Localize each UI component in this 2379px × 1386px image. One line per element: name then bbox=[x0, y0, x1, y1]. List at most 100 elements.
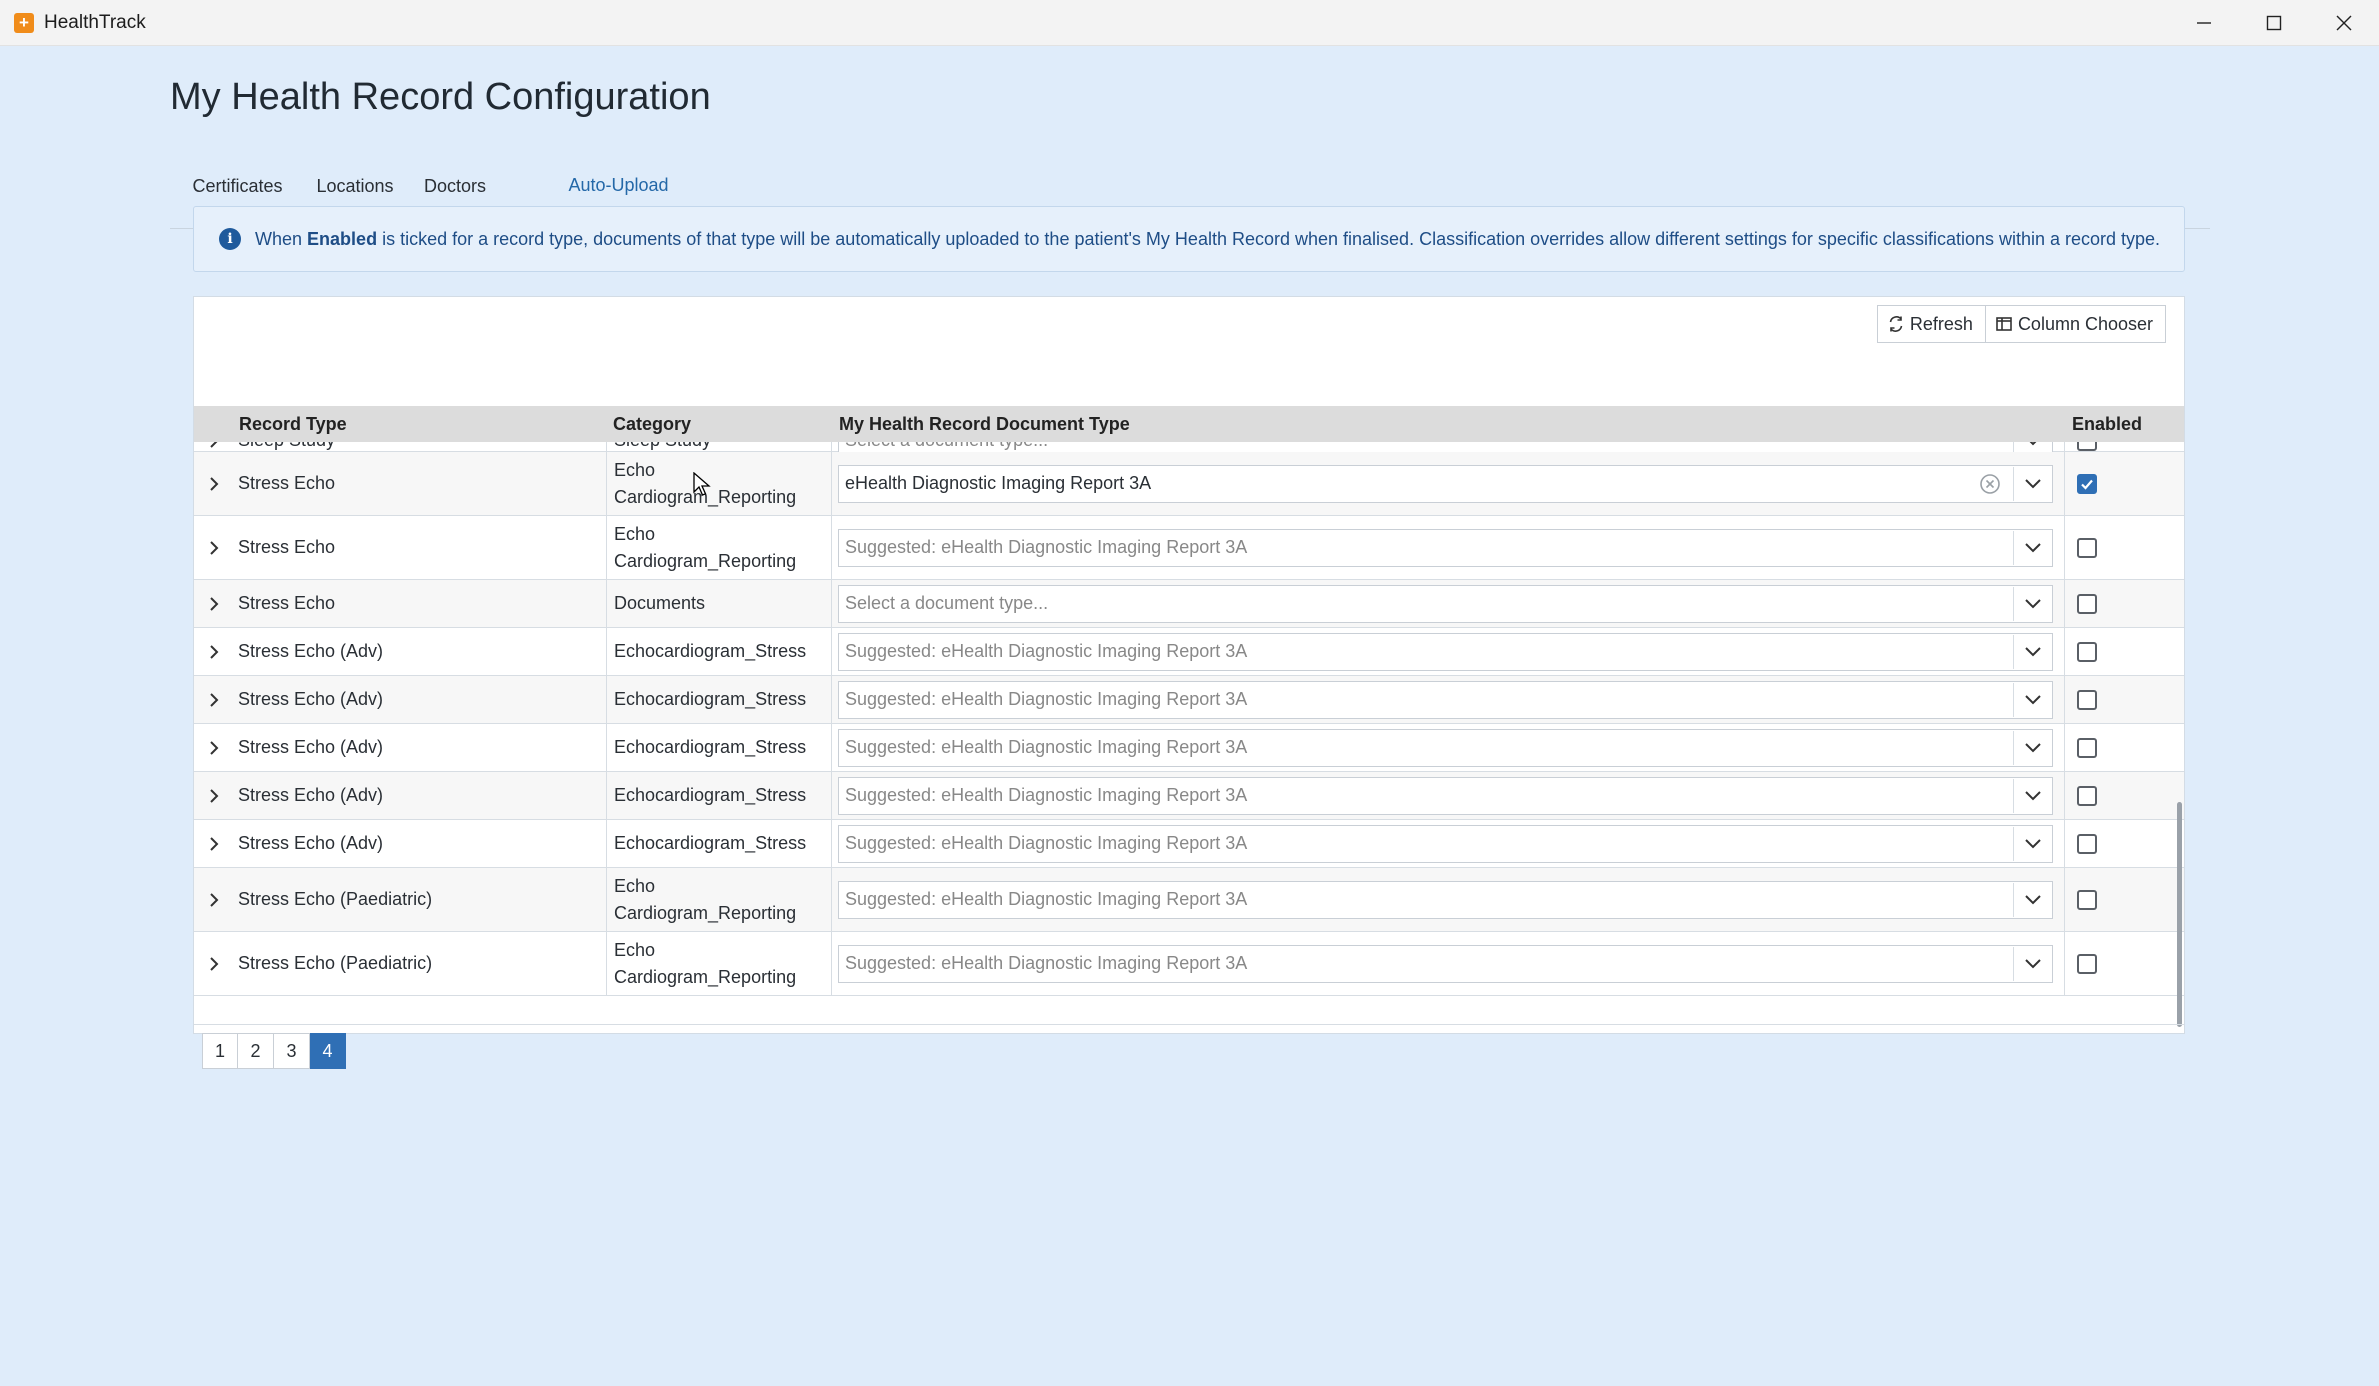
record-type-text: Stress Echo (Paediatric) bbox=[238, 889, 433, 909]
table-row[interactable]: Stress Echo Echo Cardiogram_Reporting Sugg… bbox=[194, 516, 2184, 580]
chevron-down-icon bbox=[2025, 790, 2041, 800]
category-cell: Echo Cardiogram_Reporting bbox=[606, 932, 822, 995]
enabled-checkbox[interactable] bbox=[2077, 689, 2097, 710]
enabled-checkbox[interactable] bbox=[2077, 537, 2097, 558]
main-content: My Health Record Configuration Certifica… bbox=[0, 46, 2379, 1386]
table-row[interactable]: Stress Echo (Adv) Echocardiogram_Stress Su… bbox=[194, 724, 2184, 772]
table-row[interactable]: Stress Echo (Adv) Echocardiogram_Stress Su… bbox=[194, 676, 2184, 724]
column-header-category[interactable]: Category bbox=[613, 414, 691, 435]
category-text: Echocardiogram_Stress bbox=[614, 833, 807, 853]
dropdown-button[interactable] bbox=[2013, 466, 2052, 501]
grid-scrollbar[interactable] bbox=[2177, 802, 2182, 1027]
dropdown-button[interactable] bbox=[2013, 634, 2052, 669]
category-text: Echo Cardiogram_Reporting bbox=[614, 523, 797, 571]
enabled-checkbox[interactable] bbox=[2077, 953, 2097, 974]
dropdown-button[interactable] bbox=[2013, 530, 2052, 565]
record-type-cell: Stress Echo bbox=[238, 452, 568, 515]
document-type-select[interactable]: Suggested: eHealth Diagnostic Imaging Re… bbox=[838, 528, 2053, 567]
column-header-record-type[interactable]: Record Type bbox=[239, 414, 347, 435]
chevron-right-icon[interactable] bbox=[206, 956, 222, 972]
document-type-select[interactable]: Select a document type... bbox=[838, 584, 2053, 623]
enabled-checkbox[interactable] bbox=[2077, 641, 2097, 662]
document-type-select[interactable]: Suggested: eHealth Diagnostic Imaging Re… bbox=[838, 824, 2053, 863]
dropdown-button[interactable] bbox=[2013, 882, 2052, 917]
chevron-right-icon[interactable] bbox=[206, 476, 222, 492]
chevron-down-icon bbox=[2025, 478, 2041, 488]
record-type-cell: Stress Echo (Paediatric) bbox=[238, 932, 568, 995]
minimize-button[interactable] bbox=[2169, 0, 2239, 45]
chevron-down-icon bbox=[2025, 694, 2041, 704]
column-header-enabled[interactable]: Enabled bbox=[2072, 414, 2142, 435]
document-type-select[interactable]: Suggested: eHealth Diagnostic Imaging Re… bbox=[838, 728, 2053, 767]
chevron-right-icon[interactable] bbox=[206, 442, 222, 449]
document-type-select[interactable]: Suggested: eHealth Diagnostic Imaging Re… bbox=[838, 944, 2053, 983]
chevron-right-icon[interactable] bbox=[206, 644, 222, 660]
category-text: Echo Cardiogram_Reporting bbox=[614, 939, 797, 987]
checkmark-icon bbox=[2081, 479, 2093, 490]
table-row[interactable]: Stress Echo (Adv) Echocardiogram_Stress Su… bbox=[194, 628, 2184, 676]
column-header-document-type[interactable]: My Health Record Document Type bbox=[839, 414, 1130, 435]
chevron-right-icon[interactable] bbox=[206, 788, 222, 804]
dropdown-button[interactable] bbox=[2013, 682, 2052, 717]
enabled-checkbox[interactable] bbox=[2077, 833, 2097, 854]
enabled-cell bbox=[2064, 932, 2184, 995]
column-chooser-button[interactable]: Column Chooser bbox=[1985, 305, 2166, 343]
table-row[interactable]: Sleep Study Sleep Study Select a document … bbox=[194, 442, 2184, 460]
chevron-right-icon[interactable] bbox=[206, 892, 222, 908]
enabled-checkbox[interactable] bbox=[2077, 473, 2097, 494]
document-type-select[interactable]: Suggested: eHealth Diagnostic Imaging Re… bbox=[838, 776, 2053, 815]
enabled-cell bbox=[2064, 820, 2184, 867]
category-cell: Echocardiogram_Stress bbox=[606, 724, 822, 771]
window-title: HealthTrack bbox=[44, 11, 146, 33]
close-icon bbox=[2336, 15, 2352, 30]
clear-icon[interactable] bbox=[1979, 473, 2001, 495]
document-type-select[interactable]: eHealth Diagnostic Imaging Report 3A bbox=[838, 464, 2053, 503]
record-type-text: Stress Echo (Adv) bbox=[238, 689, 384, 709]
enabled-checkbox[interactable] bbox=[2077, 785, 2097, 806]
chevron-right-icon[interactable] bbox=[206, 540, 222, 556]
chevron-right-icon[interactable] bbox=[206, 740, 222, 756]
table-row[interactable]: Stress Echo Documents Select a document ty… bbox=[194, 580, 2184, 628]
table-row[interactable]: Stress Echo (Adv) Echocardiogram_Stress Su… bbox=[194, 820, 2184, 868]
dropdown-button[interactable] bbox=[2013, 778, 2052, 813]
category-cell: Echocardiogram_Stress bbox=[606, 772, 822, 819]
page-button-1[interactable]: 1 bbox=[202, 1033, 238, 1069]
table-row[interactable]: Stress Echo (Adv) Echocardiogram_Stress Su… bbox=[194, 772, 2184, 820]
enabled-cell bbox=[2064, 452, 2184, 515]
document-type-value: Select a document type... bbox=[845, 593, 1049, 613]
document-type-cell: Suggested: eHealth Diagnostic Imaging Re… bbox=[831, 820, 2184, 867]
category-text: Echocardiogram_Stress bbox=[614, 785, 807, 805]
chevron-right-icon[interactable] bbox=[206, 836, 222, 852]
info-prefix: When bbox=[255, 228, 303, 249]
record-type-cell: Stress Echo bbox=[238, 580, 568, 627]
record-type-text: Stress Echo bbox=[238, 537, 336, 557]
chevron-right-icon[interactable] bbox=[206, 596, 222, 612]
table-row[interactable]: Stress Echo (Paediatric) Echo Cardiogram_… bbox=[194, 932, 2184, 996]
dropdown-button[interactable] bbox=[2013, 946, 2052, 981]
enabled-checkbox[interactable] bbox=[2077, 737, 2097, 758]
chevron-down-icon bbox=[2025, 958, 2041, 968]
document-type-value: eHealth Diagnostic Imaging Report 3A bbox=[845, 473, 1152, 493]
page-button-3[interactable]: 3 bbox=[274, 1033, 310, 1069]
document-type-select[interactable]: Suggested: eHealth Diagnostic Imaging Re… bbox=[838, 632, 2053, 671]
document-type-select[interactable]: Suggested: eHealth Diagnostic Imaging Re… bbox=[838, 880, 2053, 919]
enabled-checkbox[interactable] bbox=[2077, 593, 2097, 614]
maximize-button[interactable] bbox=[2239, 0, 2309, 45]
dropdown-button[interactable] bbox=[2013, 730, 2052, 765]
dropdown-button[interactable] bbox=[2013, 826, 2052, 861]
table-row[interactable]: Stress Echo (Paediatric) Echo Cardiogram_… bbox=[194, 868, 2184, 932]
refresh-button[interactable]: Refresh bbox=[1876, 305, 1986, 343]
close-window-button[interactable] bbox=[2309, 0, 2379, 45]
enabled-checkbox[interactable] bbox=[2077, 442, 2097, 451]
enabled-checkbox[interactable] bbox=[2077, 889, 2097, 910]
info-text: is ticked for a record type, documents o… bbox=[382, 228, 2161, 249]
page-button-2[interactable]: 2 bbox=[238, 1033, 274, 1069]
table-row[interactable]: Stress Echo Echo Cardiogram_Reporting eHea… bbox=[194, 452, 2184, 516]
dropdown-button[interactable] bbox=[2013, 586, 2052, 621]
category-cell: Echocardiogram_Stress bbox=[606, 820, 822, 867]
page-button-4[interactable]: 4 bbox=[310, 1033, 346, 1069]
record-type-text: Sleep Study bbox=[238, 442, 335, 451]
chevron-right-icon[interactable] bbox=[206, 692, 222, 708]
enabled-cell bbox=[2064, 868, 2184, 931]
document-type-select[interactable]: Suggested: eHealth Diagnostic Imaging Re… bbox=[838, 680, 2053, 719]
